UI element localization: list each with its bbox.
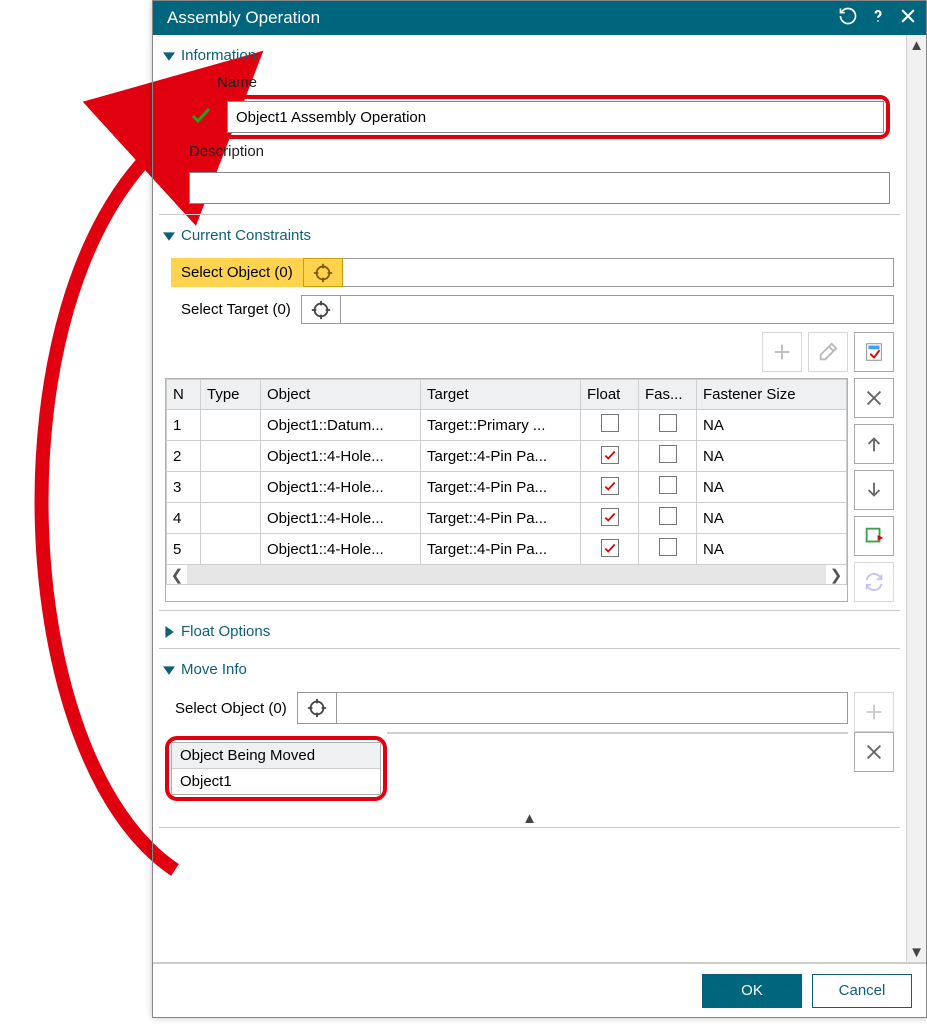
move-select-object-row: Select Object (0)	[165, 692, 848, 724]
vertical-scrollbar[interactable]: ▲ ▼	[906, 35, 926, 962]
description-input[interactable]	[189, 172, 890, 204]
move-add-button[interactable]	[854, 692, 894, 732]
move-down-button[interactable]	[854, 470, 894, 510]
select-object-pick-button[interactable]	[303, 258, 343, 287]
object-being-moved-highlight: Object Being Moved Object1	[165, 736, 387, 801]
section-header-information[interactable]: Information	[159, 41, 900, 70]
float-checkbox[interactable]	[601, 477, 619, 495]
help-icon[interactable]	[868, 6, 888, 30]
float-checkbox[interactable]	[601, 508, 619, 526]
refresh-button[interactable]	[854, 562, 894, 602]
name-input[interactable]	[227, 101, 884, 133]
col-target[interactable]: Target	[421, 380, 581, 410]
dialog-footer: OK Cancel	[153, 963, 926, 1017]
table-row[interactable]: 2Object1::4-Hole...Target::4-Pin Pa...NA	[167, 441, 847, 472]
select-object-label: Select Object (0)	[171, 258, 303, 287]
fastener-checkbox[interactable]	[659, 538, 677, 556]
table-horizontal-scrollbar[interactable]: ❮❯	[166, 565, 847, 585]
move-select-object-label: Select Object (0)	[165, 692, 297, 724]
ok-button[interactable]: OK	[702, 974, 802, 1008]
select-object-slot[interactable]	[343, 258, 894, 287]
constraints-table[interactable]: N Type Object Target Float Fas... Fasten…	[165, 378, 848, 602]
section-title: Information	[181, 47, 256, 64]
section-header-float-options[interactable]: Float Options	[159, 617, 900, 646]
col-n[interactable]: N	[167, 380, 201, 410]
delete-row-button[interactable]	[854, 378, 894, 418]
select-target-pick-button[interactable]	[301, 295, 341, 324]
edit-constraint-button[interactable]	[808, 332, 848, 372]
move-up-button[interactable]	[854, 424, 894, 464]
select-object-row: Select Object (0)	[171, 258, 894, 287]
section-header-move-info[interactable]: Move Info	[159, 655, 900, 684]
close-icon[interactable]	[898, 6, 918, 30]
section-title: Float Options	[181, 623, 270, 640]
col-object[interactable]: Object	[261, 380, 421, 410]
table-row[interactable]: 3Object1::4-Hole...Target::4-Pin Pa...NA	[167, 472, 847, 503]
select-target-label: Select Target (0)	[171, 295, 301, 324]
section-title: Current Constraints	[181, 227, 311, 244]
table-row[interactable]: 1Object1::Datum...Target::Primary ...NA	[167, 410, 847, 441]
dialog-content: Information Name Description	[153, 35, 906, 962]
fastener-checkbox[interactable]	[659, 507, 677, 525]
fastener-checkbox[interactable]	[659, 476, 677, 494]
fastener-checkbox[interactable]	[659, 414, 677, 432]
select-target-row: Select Target (0)	[171, 295, 894, 324]
table-row[interactable]: 5Object1::4-Hole...Target::4-Pin Pa...NA	[167, 534, 847, 565]
name-input-highlight	[221, 95, 890, 139]
col-type[interactable]: Type	[201, 380, 261, 410]
name-label: Name	[217, 70, 890, 95]
object-being-moved-header: Object Being Moved	[172, 743, 380, 769]
titlebar: Assembly Operation	[153, 1, 926, 35]
resize-grip[interactable]: ▲	[159, 811, 900, 825]
assembly-operation-dialog: Assembly Operation Information Name	[152, 0, 927, 1018]
constraint-preset-button[interactable]	[854, 332, 894, 372]
col-float[interactable]: Float	[581, 380, 639, 410]
cancel-button[interactable]: Cancel	[812, 974, 912, 1008]
apply-move-button[interactable]	[854, 516, 894, 556]
move-select-object-slot[interactable]	[337, 692, 848, 724]
add-constraint-button[interactable]	[762, 332, 802, 372]
col-fastener-size[interactable]: Fastener Size	[697, 380, 847, 410]
dialog-title: Assembly Operation	[167, 8, 838, 28]
float-checkbox[interactable]	[601, 414, 619, 432]
section-header-current-constraints[interactable]: Current Constraints	[159, 221, 900, 250]
float-checkbox[interactable]	[601, 539, 619, 557]
description-label: Description	[189, 139, 890, 164]
section-title: Move Info	[181, 661, 247, 678]
object-being-moved-value[interactable]: Object1	[172, 769, 380, 794]
float-checkbox[interactable]	[601, 446, 619, 464]
reset-icon[interactable]	[838, 6, 858, 30]
fastener-checkbox[interactable]	[659, 445, 677, 463]
check-icon	[189, 103, 213, 131]
col-fastener[interactable]: Fas...	[639, 380, 697, 410]
object-being-moved-list[interactable]	[387, 732, 848, 734]
select-target-slot[interactable]	[341, 295, 894, 324]
move-select-object-pick-button[interactable]	[297, 692, 337, 724]
move-delete-button[interactable]	[854, 732, 894, 772]
table-row[interactable]: 4Object1::4-Hole...Target::4-Pin Pa...NA	[167, 503, 847, 534]
